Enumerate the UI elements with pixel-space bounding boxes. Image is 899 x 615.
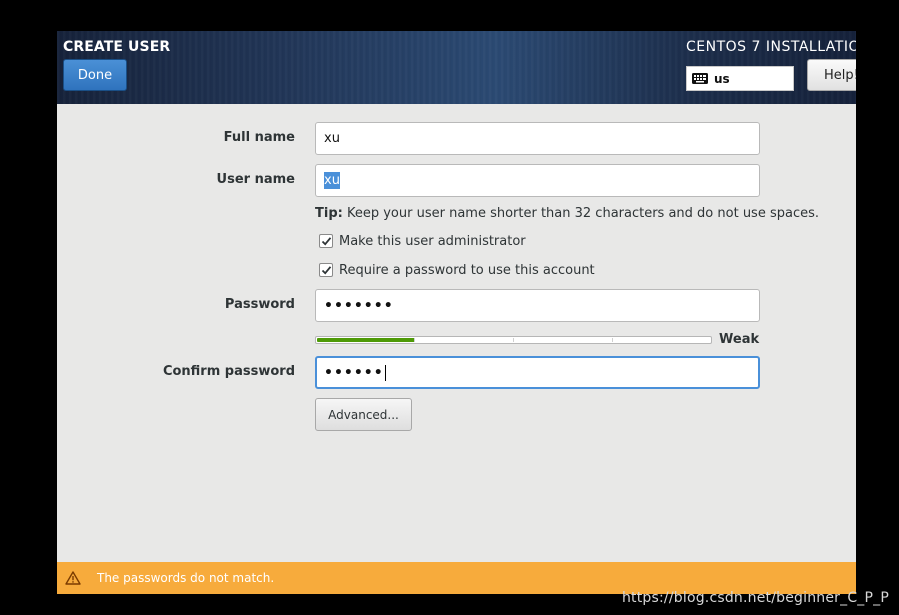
full-name-input[interactable]: xu	[315, 122, 760, 155]
checkmark-icon	[321, 237, 332, 246]
admin-checkbox[interactable]	[319, 234, 333, 248]
confirm-password-label: Confirm password	[162, 364, 295, 379]
password-strength-fill	[317, 338, 415, 342]
keyboard-icon	[692, 73, 708, 84]
confirm-password-masked-value: ••••••	[324, 364, 384, 381]
password-masked-value: •••••••	[324, 297, 394, 314]
require-password-checkbox[interactable]	[319, 263, 333, 277]
username-tip: Tip: Keep your user name shorter than 32…	[315, 206, 819, 221]
password-input[interactable]: •••••••	[315, 289, 760, 322]
warning-icon	[65, 571, 81, 585]
help-button[interactable]: Help!	[807, 59, 856, 91]
strength-segment-divider	[414, 338, 415, 342]
full-name-label: Full name	[223, 130, 295, 145]
confirm-password-input[interactable]: ••••••	[315, 356, 760, 389]
product-title: CENTOS 7 INSTALLATIO	[686, 39, 856, 55]
warning-text: The passwords do not match.	[97, 571, 275, 585]
keyboard-layout-label: us	[714, 71, 730, 86]
admin-checkbox-row[interactable]: Make this user administrator	[319, 233, 526, 249]
checkmark-icon	[321, 266, 332, 275]
page-title: CREATE USER	[63, 39, 171, 55]
full-name-value: xu	[324, 131, 340, 146]
create-user-window: CREATE USER Done CENTOS 7 INSTALLATIO us	[57, 31, 856, 594]
keyboard-layout-indicator[interactable]: us	[686, 66, 794, 91]
user-name-value: xu	[324, 172, 340, 189]
screen: CREATE USER Done CENTOS 7 INSTALLATIO us	[0, 0, 899, 615]
password-strength-label: Weak	[719, 332, 760, 347]
tip-prefix: Tip:	[315, 206, 343, 221]
strength-segment-divider	[612, 338, 613, 342]
advanced-button[interactable]: Advanced...	[315, 398, 412, 431]
strength-segment-divider	[513, 338, 514, 342]
require-password-label: Require a password to use this account	[339, 262, 595, 278]
password-label: Password	[224, 297, 295, 312]
user-name-label: User name	[216, 172, 295, 187]
user-name-input[interactable]: xu	[315, 164, 760, 197]
tip-text: Keep your user name shorter than 32 char…	[346, 206, 819, 221]
require-password-row[interactable]: Require a password to use this account	[319, 262, 595, 278]
admin-checkbox-label: Make this user administrator	[339, 233, 526, 249]
done-button[interactable]: Done	[63, 59, 127, 91]
text-caret	[384, 364, 386, 381]
password-strength-meter	[315, 336, 712, 344]
watermark-text: https://blog.csdn.net/beginner_C_P_P	[621, 590, 889, 606]
header-bar: CREATE USER Done CENTOS 7 INSTALLATIO us	[57, 31, 856, 104]
